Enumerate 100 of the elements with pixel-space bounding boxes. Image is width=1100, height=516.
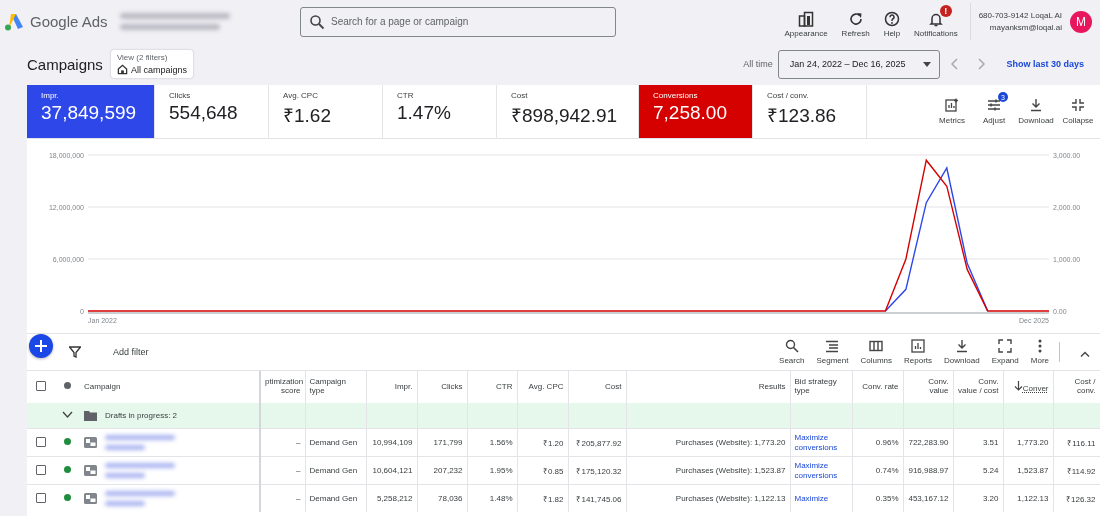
table-cell: ₹1.20: [542, 439, 564, 448]
checkbox[interactable]: [36, 464, 46, 475]
table-cell: ₹0.85: [542, 467, 564, 476]
table-cell: –: [296, 466, 301, 475]
redacted-text: [105, 501, 145, 506]
metric-card[interactable]: Cost / conv. ₹123.86: [753, 85, 867, 138]
redacted-text: [105, 463, 175, 468]
table-cell: –: [296, 438, 301, 447]
expand-icon: [998, 339, 1013, 353]
table-cell: Demand Gen: [309, 438, 358, 447]
search-icon: [309, 13, 325, 30]
table-cell: 1,773.20: [1017, 438, 1049, 447]
table-cell: ₹114.92: [1066, 467, 1096, 476]
date-range-dropdown[interactable]: Jan 24, 2022 – Dec 16, 2025: [777, 49, 941, 79]
view-selector[interactable]: View (2 filters) All campaigns: [110, 50, 193, 78]
table-cell: 3.20: [982, 494, 999, 503]
panels-icon: [798, 11, 815, 27]
show-last-30-days-link[interactable]: Show last 30 days: [1006, 59, 1084, 69]
table-cell: Purchases (Website): 1,773.20: [675, 438, 786, 447]
table-cell: –: [296, 494, 301, 503]
table-cell: 916,988.97: [908, 466, 949, 475]
table-cell: ₹141,745.06: [576, 495, 622, 504]
table-cell: ₹205,877.92: [576, 439, 622, 448]
metric-card[interactable]: Clicks 554,648: [155, 85, 269, 138]
redacted-text: [105, 445, 145, 450]
table-tool-button[interactable]: Segment: [810, 339, 855, 365]
metric-card[interactable]: Conversions 7,258.00: [639, 85, 753, 138]
chevron-icon[interactable]: [62, 411, 73, 418]
table-cell: 1.56%: [489, 438, 513, 447]
product-name: Google Ads: [30, 13, 108, 30]
toolbar-button[interactable]: Appearance: [778, 3, 834, 40]
metric-card[interactable]: Impr. 37,849,599: [27, 85, 155, 138]
table-cell: ₹126.32: [1066, 495, 1096, 504]
campaign-type-icon: [84, 437, 97, 448]
status-icon: [64, 382, 71, 390]
more-icon: [1037, 339, 1042, 353]
table-tool-button[interactable]: More: [1024, 339, 1055, 365]
table-cell: Purchases (Website): 1,523.87: [675, 466, 786, 475]
table-cell: Demand Gen: [309, 466, 358, 475]
chart-tool-button[interactable]: Collapse: [1058, 85, 1098, 138]
account-email: mayanksm@loqal.ai: [989, 23, 1062, 32]
table-tool-button[interactable]: Expand: [985, 339, 1025, 365]
chevron-up-icon: [1080, 350, 1090, 357]
table-cell: Purchases (Website): 1,122.13: [675, 494, 786, 503]
bid-strategy-link[interactable]: Maximize conversions: [794, 461, 848, 480]
avatar[interactable]: M: [1070, 10, 1092, 33]
table-cell: ₹175,120.32: [576, 467, 622, 476]
campaign-type-icon: [84, 493, 97, 504]
lines-icon: [825, 339, 840, 353]
bid-strategy-link[interactable]: Maximize conversions: [794, 433, 848, 452]
toolbar-button[interactable]: ! Notifications: [908, 3, 964, 40]
table-cell: 207,232: [433, 466, 463, 475]
page-title: Campaigns: [27, 55, 103, 73]
table-cell: 171,799: [433, 438, 463, 447]
table-cell: 0.74%: [875, 466, 899, 475]
plus-icon: [35, 340, 47, 352]
collapse-icon: [1071, 98, 1085, 112]
account-id: 680-703-9142 LoqaL AI: [978, 11, 1062, 20]
table-cell: 10,604,121: [372, 466, 413, 475]
columns-icon: [869, 339, 884, 353]
checkbox[interactable]: [36, 436, 46, 447]
table-tool-button[interactable]: Download: [938, 339, 986, 365]
table-cell: 453,167.12: [908, 494, 949, 503]
chevron-left-icon: [950, 58, 959, 70]
search-icon: [784, 339, 799, 353]
table-cell: 10,994,109: [372, 438, 413, 447]
filter-icon[interactable]: [69, 346, 81, 358]
metric-card[interactable]: CTR 1.47%: [383, 85, 497, 138]
toolbar-button[interactable]: Refresh: [835, 3, 876, 40]
table-cell: 722,283.90: [908, 438, 949, 447]
checkbox[interactable]: [36, 492, 46, 503]
logo-icon: [4, 12, 24, 31]
table-cell: 1,523.87: [1017, 466, 1049, 475]
sort-arrow-icon: [1013, 380, 1023, 391]
table-tool-button[interactable]: Columns: [854, 339, 899, 365]
table-tool-button[interactable]: Search: [773, 339, 811, 365]
download-icon: [954, 339, 969, 353]
checkbox[interactable]: [36, 380, 46, 391]
refresh-icon: [847, 11, 864, 27]
bid-strategy-link[interactable]: Maximize: [794, 493, 848, 504]
table-cell: 5,258,212: [376, 494, 413, 503]
table-cell: 1,122.13: [1017, 494, 1049, 503]
metric-card[interactable]: Avg. CPC ₹1.62: [269, 85, 383, 138]
chart-plus-icon: [945, 98, 959, 112]
table-cell: 78,036: [438, 494, 463, 503]
toolbar-button[interactable]: Help: [877, 3, 907, 40]
chart-tool-button[interactable]: Metrics: [932, 85, 972, 138]
add-button[interactable]: [29, 334, 53, 358]
chevron-right-icon: [978, 58, 987, 70]
search-field[interactable]: Search for a page or campaign: [300, 6, 616, 37]
sliders-icon: [987, 98, 1001, 112]
table-tool-button[interactable]: Reports: [898, 339, 939, 365]
chart-tool-button[interactable]: Download: [1016, 85, 1056, 138]
date-preset: All time: [743, 59, 773, 69]
bar-chart-icon: [911, 339, 926, 353]
campaign-type-icon: [84, 465, 97, 476]
caret-icon: [923, 61, 932, 67]
table-cell: ₹1.82: [542, 495, 564, 504]
table-cell: 0.96%: [875, 438, 899, 447]
add-filter-button[interactable]: Add filter: [113, 347, 149, 357]
